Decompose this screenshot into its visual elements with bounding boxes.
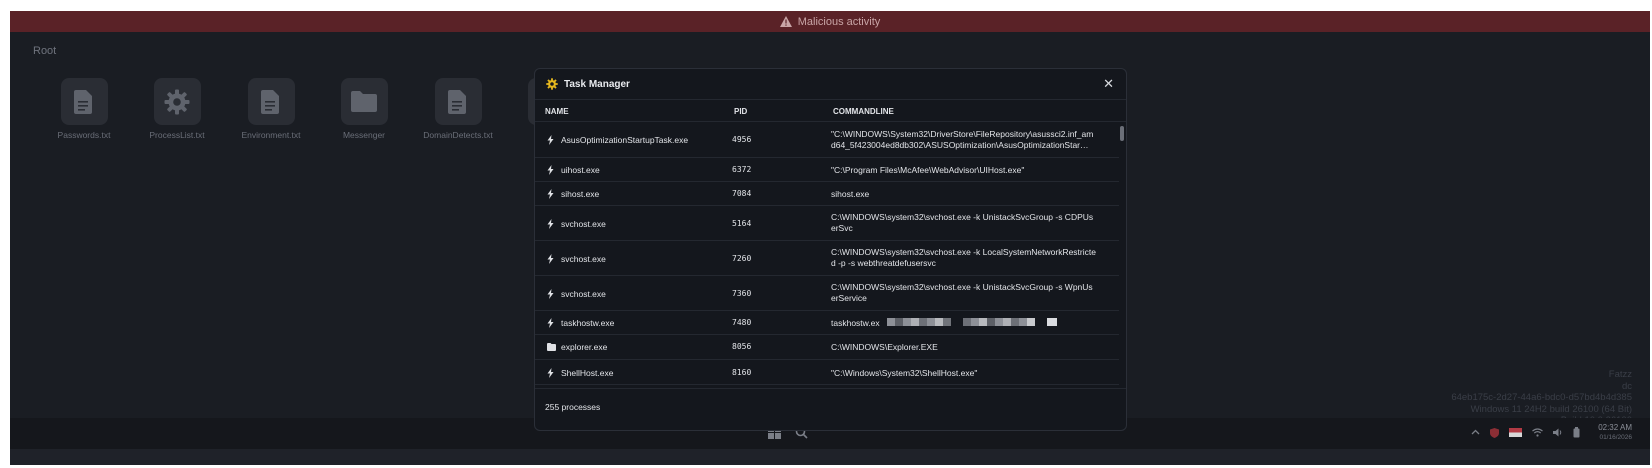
process-pid: 7360 [732,289,752,298]
process-pid: 8160 [732,368,752,377]
process-commandline: C:\WINDOWS\Explorer.EXE [831,342,938,352]
column-header-pid[interactable]: PID [734,107,747,116]
bolt-icon [547,135,554,145]
process-row[interactable]: taskhostw.exe 7480 taskhostw.ex [535,311,1119,335]
process-commandline: "C:\Program Files\McAfee\WebAdvisor\UIHo… [831,165,1025,175]
scrollbar-thumb[interactable] [1120,126,1124,141]
process-commandline: C:\WINDOWS\system32\svchost.exe -k Local… [831,247,1096,268]
task-manager-footer: 255 processes [535,388,1126,430]
process-pid: 8056 [732,342,752,351]
folder-icon [547,343,556,351]
process-commandline: C:\WINDOWS\system32\svchost.exe -k Unist… [831,212,1094,233]
process-row[interactable]: svchost.exe 7260 C:\WINDOWS\system32\svc… [535,241,1119,276]
bolt-icon [547,165,554,175]
process-commandline: sihost.exe [831,189,870,199]
process-list: AsusOptimizationStartupTask.exe 4956 "C:… [535,122,1119,390]
process-name: AsusOptimizationStartupTask.exe [561,135,689,145]
process-name: sihost.exe [561,189,600,199]
process-row[interactable]: svchost.exe 7360 C:\WINDOWS\system32\svc… [535,276,1119,311]
column-header-name[interactable]: NAME [545,107,569,116]
process-commandline: C:\WINDOWS\system32\svchost.exe -k Unist… [831,282,1093,303]
process-name: svchost.exe [561,289,606,299]
process-name: ShellHost.exe [561,368,614,378]
process-name: explorer.exe [561,342,608,352]
column-headers: NAME PID COMMANDLINE [535,100,1126,122]
task-manager-window: Task Manager ✕ NAME PID COMMANDLINE Asus… [534,68,1127,431]
bolt-icon [547,368,554,378]
process-commandline: taskhostw.ex [831,318,880,329]
task-manager-header: Task Manager [535,69,1126,100]
process-count: 255 processes [545,402,601,412]
process-commandline-text: taskhostw.ex [831,318,880,328]
process-pid: 7260 [732,254,752,263]
process-name: svchost.exe [561,254,606,264]
gear-icon [546,78,558,90]
process-commandline: "C:\WINDOWS\System32\DriverStore\FileRep… [831,129,1094,150]
process-row[interactable]: svchost.exe 5164 C:\WINDOWS\system32\svc… [535,206,1119,241]
process-row[interactable]: ShellHost.exe 8160 "C:\Windows\System32\… [535,360,1119,385]
bolt-icon [547,318,554,328]
close-button[interactable]: ✕ [1103,77,1114,90]
redacted-commandline [887,318,1057,326]
screen: Malicious activity Root Passwords.txt Pr… [10,11,1650,465]
bolt-icon [547,254,554,264]
process-pid: 7480 [732,318,752,327]
process-row[interactable]: uihost.exe 6372 "C:\Program Files\McAfee… [535,158,1119,182]
column-header-commandline[interactable]: COMMANDLINE [833,107,894,116]
bolt-icon [547,189,554,199]
process-pid: 4956 [732,135,752,144]
process-row[interactable]: AsusOptimizationStartupTask.exe 4956 "C:… [535,122,1119,158]
process-pid: 5164 [732,219,752,228]
process-row[interactable]: explorer.exe 8056 C:\WINDOWS\Explorer.EX… [535,335,1119,360]
process-name: taskhostw.exe [561,318,615,328]
scrollbar-track[interactable] [1120,124,1124,389]
bolt-icon [547,219,554,229]
process-pid: 6372 [732,165,752,174]
bolt-icon [547,289,554,299]
process-commandline: "C:\Windows\System32\ShellHost.exe" [831,368,978,378]
process-pid: 7084 [732,189,752,198]
process-name: svchost.exe [561,219,606,229]
task-manager-title: Task Manager [564,78,630,90]
process-name: uihost.exe [561,165,600,175]
process-row[interactable]: sihost.exe 7084 sihost.exe [535,182,1119,206]
